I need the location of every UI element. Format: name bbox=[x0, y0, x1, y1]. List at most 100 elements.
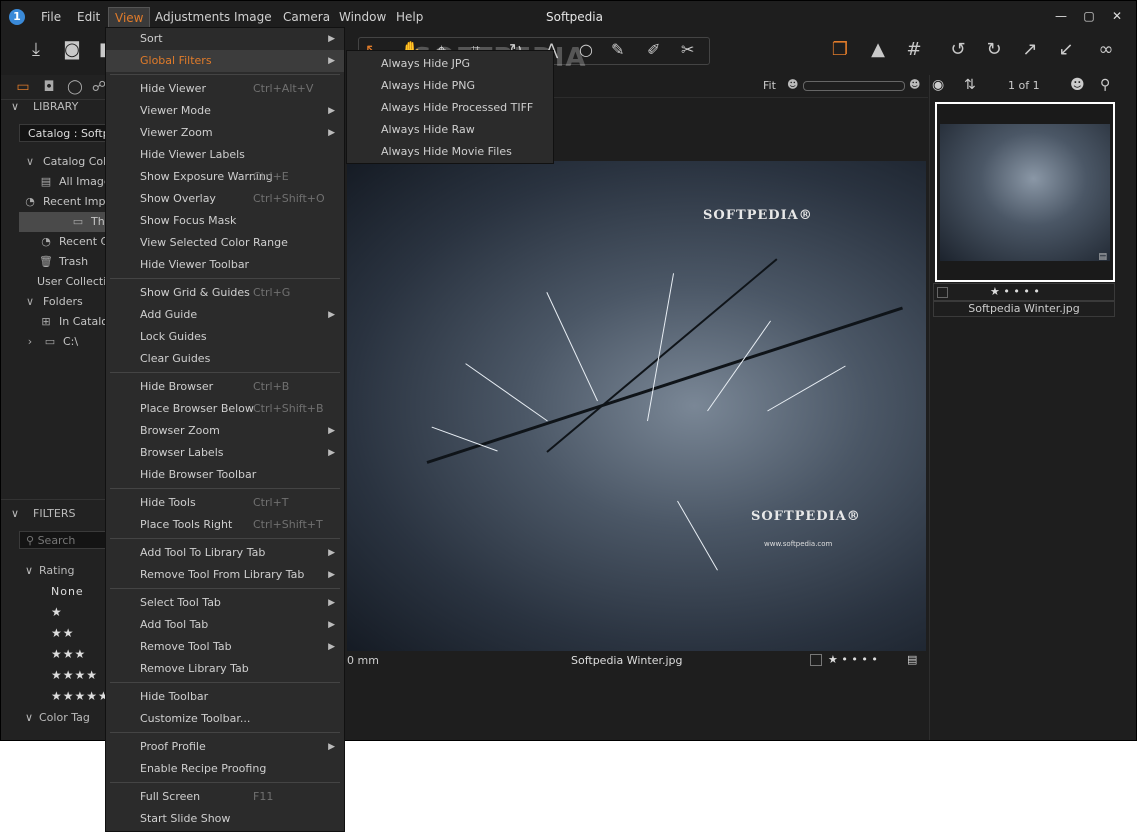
view-menu-item-hide-viewer-toolbar[interactable]: Hide Viewer Toolbar bbox=[106, 254, 344, 276]
rating-collapse-icon[interactable]: ∨ bbox=[25, 564, 33, 577]
capture-tab-camera-icon[interactable]: ◘ bbox=[41, 79, 57, 95]
menu-window[interactable]: Window bbox=[339, 10, 386, 24]
photo-twig bbox=[546, 258, 778, 453]
apply-adjustments-icon[interactable]: ↙ bbox=[1055, 39, 1077, 61]
filters-search-input[interactable]: ⚲ Search bbox=[19, 531, 109, 549]
redo-icon[interactable]: ↻ bbox=[983, 39, 1005, 61]
submenu-arrow-icon: ▶ bbox=[328, 34, 335, 44]
zoom-fit-label[interactable]: Fit bbox=[763, 79, 776, 92]
book-icon: ⊞ bbox=[41, 315, 51, 328]
menu-item-label: Viewer Zoom bbox=[140, 126, 213, 139]
menu-image[interactable]: Image bbox=[234, 10, 272, 24]
thumbnail-rating[interactable]: ★ • • • • bbox=[990, 285, 1040, 298]
lens-tab-icon[interactable]: ◯ bbox=[67, 79, 83, 95]
submenu-hide-jpg[interactable]: Always Hide JPG bbox=[381, 53, 470, 75]
menu-separator bbox=[110, 372, 340, 373]
undo-icon[interactable]: ↺ bbox=[947, 39, 969, 61]
sort-icon[interactable]: ⇅ bbox=[964, 77, 976, 93]
view-menu-item-browser-labels[interactable]: Browser Labels ▶ bbox=[106, 442, 344, 464]
view-menu-item-viewer-zoom[interactable]: Viewer Zoom ▶ bbox=[106, 122, 344, 144]
minimize-button[interactable]: — bbox=[1054, 9, 1068, 23]
view-menu-item-enable-recipe-proofing[interactable]: Enable Recipe Proofing bbox=[106, 758, 344, 780]
select-checkbox[interactable] bbox=[810, 654, 822, 666]
view-menu-item-global-filters[interactable]: Global Filters ▶ bbox=[106, 50, 344, 72]
view-menu-item-customize-toolbar[interactable]: Customize Toolbar... bbox=[106, 708, 344, 730]
zoom-slider[interactable] bbox=[803, 81, 905, 91]
viewer-rating[interactable]: ★ • • • • bbox=[828, 653, 878, 666]
maximize-button[interactable]: ▢ bbox=[1082, 9, 1096, 23]
menu-item-label: Viewer Mode bbox=[140, 104, 211, 117]
catalog-select[interactable]: Catalog : Softpedia bbox=[19, 124, 109, 142]
view-menu-item-remove-library-tab[interactable]: Remove Library Tab bbox=[106, 658, 344, 680]
brush-icon[interactable]: ✎ bbox=[611, 40, 624, 59]
view-menu-item-show-exposure-warning[interactable]: Show Exposure Warning Ctrl+E bbox=[106, 166, 344, 188]
view-menu-item-add-guide[interactable]: Add Guide ▶ bbox=[106, 304, 344, 326]
view-menu-item-place-browser-below[interactable]: Place Browser Below Ctrl+Shift+B bbox=[106, 398, 344, 420]
import-icon[interactable]: ⤓ bbox=[25, 39, 47, 61]
view-menu-item-clear-guides[interactable]: Clear Guides bbox=[106, 348, 344, 370]
view-menu-item-hide-browser[interactable]: Hide Browser Ctrl+B bbox=[106, 376, 344, 398]
copy-adjustments-icon[interactable]: ↗ bbox=[1019, 39, 1041, 61]
submenu-hide-movie[interactable]: Always Hide Movie Files bbox=[381, 141, 512, 163]
library-collapse-icon[interactable]: ∨ bbox=[11, 100, 19, 113]
view-menu-item-place-tools-right[interactable]: Place Tools Right Ctrl+Shift+T bbox=[106, 514, 344, 536]
view-menu-item-hide-viewer[interactable]: Hide Viewer Ctrl+Alt+V bbox=[106, 78, 344, 100]
library-tab-folder-icon[interactable]: ▭ bbox=[15, 79, 31, 95]
submenu-arrow-icon: ▶ bbox=[328, 548, 335, 558]
menu-help[interactable]: Help bbox=[396, 10, 423, 24]
view-menu-item-sort[interactable]: Sort ▶ bbox=[106, 28, 344, 50]
close-button[interactable]: ✕ bbox=[1110, 9, 1124, 23]
color-picker-icon[interactable]: ✐ bbox=[647, 40, 660, 59]
warning-icon[interactable]: ▲ bbox=[867, 39, 889, 61]
view-menu-item-proof-profile[interactable]: Proof Profile ▶ bbox=[106, 736, 344, 758]
metadata-icon[interactable]: ▤ bbox=[907, 653, 917, 666]
menu-edit[interactable]: Edit bbox=[77, 10, 100, 24]
view-menu-item-browser-zoom[interactable]: Browser Zoom ▶ bbox=[106, 420, 344, 442]
rating-4-stars[interactable]: ★★★★ bbox=[51, 668, 98, 682]
glasses-icon[interactable]: ∞ bbox=[1091, 39, 1121, 61]
camera-icon[interactable]: ◙ bbox=[61, 39, 83, 61]
view-menu-item-select-tool-tab[interactable]: Select Tool Tab ▶ bbox=[106, 592, 344, 614]
view-menu-item-start-slide-show[interactable]: Start Slide Show bbox=[106, 808, 344, 830]
rating-none[interactable]: None bbox=[51, 585, 84, 598]
search-icon[interactable]: ⚲ bbox=[1100, 77, 1110, 93]
thumbnail-checkbox[interactable] bbox=[937, 287, 948, 298]
submenu-hide-raw[interactable]: Always Hide Raw bbox=[381, 119, 475, 141]
view-menu-item-hide-toolbar[interactable]: Hide Toolbar bbox=[106, 686, 344, 708]
submenu-arrow-icon: ▶ bbox=[328, 570, 335, 580]
menu-view[interactable]: View bbox=[108, 7, 151, 28]
rating-5-stars[interactable]: ★★★★★ bbox=[51, 689, 110, 703]
view-menu-item-remove-tool-tab[interactable]: Remove Tool Tab ▶ bbox=[106, 636, 344, 658]
submenu-hide-png[interactable]: Always Hide PNG bbox=[381, 75, 475, 97]
menu-adjustments[interactable]: Adjustments bbox=[155, 10, 230, 24]
view-menu-item-show-overlay[interactable]: Show Overlay Ctrl+Shift+O bbox=[106, 188, 344, 210]
view-menu-item-viewer-mode[interactable]: Viewer Mode ▶ bbox=[106, 100, 344, 122]
rating-2-stars[interactable]: ★★ bbox=[51, 626, 75, 640]
view-menu-item-view-selected-color-range[interactable]: View Selected Color Range bbox=[106, 232, 344, 254]
rating-3-stars[interactable]: ★★★ bbox=[51, 647, 86, 661]
filters-collapse-icon[interactable]: ∨ bbox=[11, 507, 19, 520]
user-icon[interactable]: ☻ bbox=[1070, 77, 1085, 93]
view-menu-item-full-screen[interactable]: Full Screen F11 bbox=[106, 786, 344, 808]
multi-view-icon[interactable]: ❐ bbox=[829, 39, 851, 61]
view-menu-item-add-tool-to-library-tab[interactable]: Add Tool To Library Tab ▶ bbox=[106, 542, 344, 564]
eraser-icon[interactable]: ✂ bbox=[681, 40, 694, 59]
view-menu-item-hide-viewer-labels[interactable]: Hide Viewer Labels bbox=[106, 144, 344, 166]
viewer-image[interactable]: SOFTPEDIA® SOFTPEDIA® www.softpedia.com bbox=[347, 161, 926, 651]
submenu-hide-tiff[interactable]: Always Hide Processed TIFF bbox=[381, 97, 533, 119]
thumbnail[interactable]: ▤ bbox=[935, 102, 1115, 282]
menu-file[interactable]: File bbox=[41, 10, 61, 24]
menu-item-label: Place Browser Below bbox=[140, 402, 254, 415]
view-menu-item-show-focus-mask[interactable]: Show Focus Mask bbox=[106, 210, 344, 232]
rating-1-star[interactable]: ★ bbox=[51, 605, 63, 619]
view-menu-item-hide-tools[interactable]: Hide Tools Ctrl+T bbox=[106, 492, 344, 514]
view-menu-item-add-tool-tab[interactable]: Add Tool Tab ▶ bbox=[106, 614, 344, 636]
view-menu-item-hide-browser-toolbar[interactable]: Hide Browser Toolbar bbox=[106, 464, 344, 486]
eye-icon[interactable]: ◉ bbox=[932, 77, 944, 93]
view-menu-item-remove-tool-from-library-tab[interactable]: Remove Tool From Library Tab ▶ bbox=[106, 564, 344, 586]
menu-camera[interactable]: Camera bbox=[283, 10, 330, 24]
color-tag-collapse-icon[interactable]: ∨ bbox=[25, 711, 33, 724]
view-menu-item-lock-guides[interactable]: Lock Guides bbox=[106, 326, 344, 348]
view-menu-item-show-grid-guides[interactable]: Show Grid & Guides Ctrl+G bbox=[106, 282, 344, 304]
grid-icon[interactable]: # bbox=[903, 39, 925, 61]
